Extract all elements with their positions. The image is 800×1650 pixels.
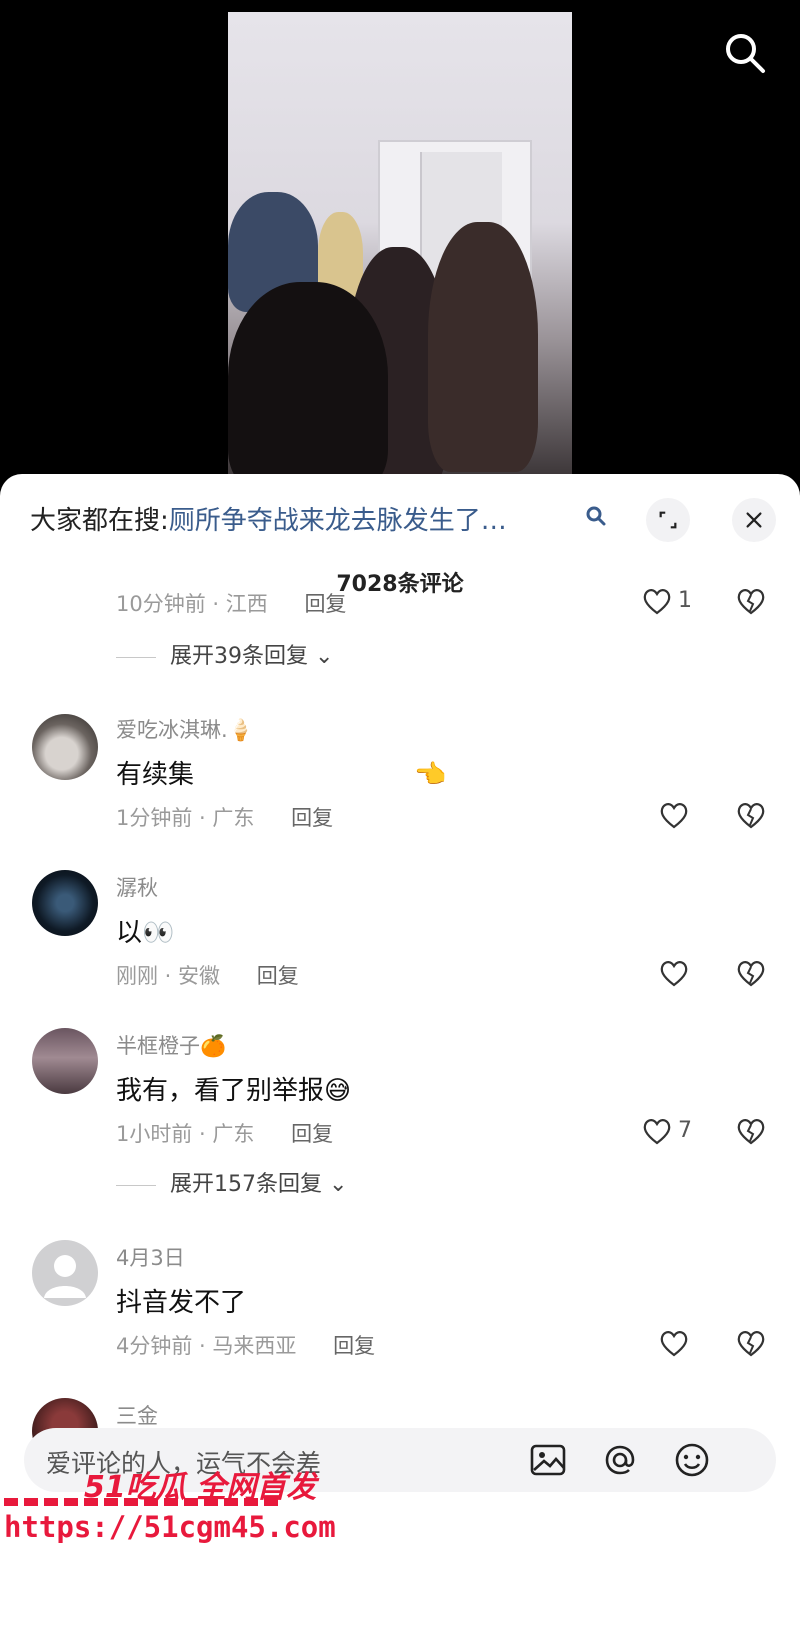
search-icon[interactable] [722,30,768,76]
small-search-icon[interactable] [584,504,608,528]
comment-meta: 刚刚 · 安徽 回复 [116,960,299,990]
comment-text: 我有，看了别举报😅 [116,1076,352,1106]
expand-replies-label: 展开157条回复 [170,1172,322,1197]
expand-replies[interactable]: 展开39条回复 ⌄ [116,638,333,670]
like-icon[interactable] [657,1326,691,1360]
person-foreground [228,282,388,480]
comment-meta: 4分钟前 · 马来西亚 回复 [116,1330,375,1360]
emoji-icon[interactable] [672,1440,712,1480]
comment-time-location: 10分钟前 · 江西 [116,592,268,616]
comment-text: 抖音发不了 [116,1288,247,1318]
dislike-icon[interactable] [734,1326,768,1360]
watermark-stripe [4,1498,284,1506]
video-frame[interactable] [228,12,572,480]
search-query[interactable]: 厕所争夺战来龙去脉发生了… [169,506,507,536]
mention-icon[interactable] [600,1440,640,1480]
like-count: 1 [678,588,692,613]
comment-username[interactable]: 4月3日 [116,1242,185,1272]
avatar[interactable] [32,1240,98,1306]
comment-time-location: 4分钟前 · 马来西亚 [116,1334,297,1358]
avatar[interactable] [32,714,98,780]
avatar[interactable] [32,870,98,936]
dislike-icon[interactable] [734,1114,768,1148]
like-icon[interactable] [640,584,674,618]
comment-time-location: 1小时前 · 广东 [116,1122,255,1146]
watermark-url: https://51cgm45.com [4,1510,336,1544]
divider [116,1184,156,1186]
reply-button[interactable]: 回复 [333,1334,375,1358]
like-icon[interactable] [657,798,691,832]
like-count: 7 [678,1118,692,1143]
comment-text: 以👀 [116,918,175,948]
pointing-hand-emoji: 👈 [414,760,447,790]
comment-time-location: 1分钟前 · 广东 [116,806,255,830]
reply-button[interactable]: 回复 [291,1122,333,1146]
default-avatar-icon [44,1255,86,1298]
avatar[interactable] [32,1028,98,1094]
comment-text: 有续集 👈 [116,754,446,791]
reply-button[interactable]: 回复 [257,964,299,988]
video-player[interactable] [0,0,800,480]
reply-button[interactable]: 回复 [304,592,346,616]
close-icon [746,512,762,528]
chevron-down-icon: ⌄ [322,1172,348,1197]
like-icon[interactable] [640,1114,674,1148]
search-prefix: 大家都在搜: [30,506,169,536]
comment-time-location: 刚刚 · 安徽 [116,964,221,988]
comment-username[interactable]: 半框橙子🍊 [116,1030,226,1060]
comment-username[interactable]: 潺秋 [116,872,158,902]
image-icon[interactable] [528,1440,568,1480]
comment-meta: 10分钟前 · 江西 回复 [116,588,346,618]
dislike-icon[interactable] [734,584,768,618]
expand-replies-label: 展开39条回复 [170,644,308,669]
comment-username[interactable]: 爱吃冰淇琳.🍦 [116,714,254,744]
comment-meta: 1小时前 · 广东 回复 [116,1118,333,1148]
close-button[interactable] [732,498,776,542]
expand-icon [659,511,677,529]
divider [116,656,156,658]
comment-meta: 1分钟前 · 广东 回复 [116,802,333,832]
search-suggestion[interactable]: 大家都在搜:厕所争夺战来龙去脉发生了… [30,500,590,544]
person-girl-2 [428,222,538,472]
dislike-icon[interactable] [734,798,768,832]
chevron-down-icon: ⌄ [308,644,334,669]
comment-text-body: 有续集 [116,760,195,790]
like-icon[interactable] [657,956,691,990]
expand-replies[interactable]: 展开157条回复 ⌄ [116,1166,347,1198]
dislike-icon[interactable] [734,956,768,990]
expand-button[interactable] [646,498,690,542]
reply-button[interactable]: 回复 [291,806,333,830]
comment-username[interactable]: 三金 [116,1400,158,1430]
